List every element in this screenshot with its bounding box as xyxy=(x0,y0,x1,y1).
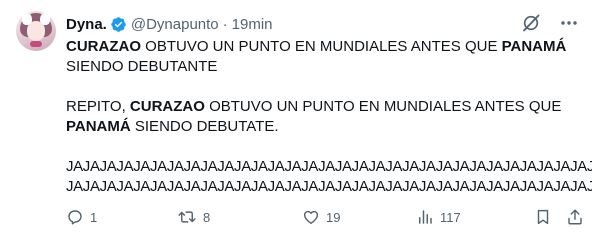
avatar[interactable] xyxy=(16,11,56,51)
heart-icon xyxy=(302,208,320,226)
avatar-bow xyxy=(30,41,42,47)
like-count: 19 xyxy=(326,209,341,225)
action-bar: 1 8 19 117 xyxy=(66,204,586,230)
text-span: OBTUVO UN PUNTO EN MUNDIALES ANTES QUE xyxy=(204,98,562,115)
verified-badge-icon xyxy=(110,16,127,33)
bold-text: CURAZAO xyxy=(129,98,205,115)
grok-icon[interactable] xyxy=(520,12,542,34)
separator-dot: · xyxy=(222,15,228,33)
views-count: 117 xyxy=(440,209,461,225)
reply-icon xyxy=(66,208,84,226)
text-span: SIENDO DEBUTATE. xyxy=(130,118,279,135)
bold-text: PANAMÁ xyxy=(66,118,131,135)
retweet-button[interactable]: 8 xyxy=(177,204,210,230)
retweet-icon xyxy=(177,208,197,226)
text-span: REPITO, xyxy=(66,98,130,115)
tweet[interactable]: Dyna. @Dynapunto · 19min CURAZAO OBTUVO … xyxy=(0,0,592,243)
bold-text: PANAMÁ xyxy=(501,38,567,55)
like-button[interactable]: 19 xyxy=(302,204,340,230)
tweet-laugh-line-2: JAJAJAJAJAJAJAJAJAJAJAJAJAJAJAJAJAJAJAJA… xyxy=(66,178,592,195)
text-span: OBTUVO UN PUNTO EN MUNDIALES ANTES QUE xyxy=(141,38,502,55)
author-handle[interactable]: @Dynapunto xyxy=(131,16,219,33)
bookmark-button[interactable] xyxy=(534,204,552,230)
tweet-laugh-line-1: JAJAJAJAJAJAJAJAJAJAJAJAJAJAJAJAJAJAJAJA… xyxy=(66,158,592,175)
views-icon xyxy=(416,208,434,226)
tweet-header: Dyna. @Dynapunto · 19min xyxy=(66,14,273,34)
author-name[interactable]: Dyna. xyxy=(66,16,107,33)
tweet-timestamp[interactable]: 19min xyxy=(232,16,273,33)
tweet-paragraph-2: REPITO, CURAZAO OBTUVO UN PUNTO EN MUNDI… xyxy=(66,97,586,137)
reply-button[interactable]: 1 xyxy=(66,204,97,230)
tweet-paragraph-1: CURAZAO OBTUVO UN PUNTO EN MUNDIALES ANT… xyxy=(66,37,586,77)
views-button[interactable]: 117 xyxy=(416,204,461,230)
share-icon xyxy=(566,208,584,226)
share-button[interactable] xyxy=(566,204,584,230)
top-right-actions xyxy=(520,12,580,34)
tweet-text: CURAZAO OBTUVO UN PUNTO EN MUNDIALES ANT… xyxy=(66,37,592,197)
bold-text: CURAZAO xyxy=(66,38,141,55)
retweet-count: 8 xyxy=(203,209,211,225)
more-icon[interactable] xyxy=(558,12,580,34)
bookmark-icon xyxy=(534,208,552,226)
text-span: SIENDO DEBUTANTE xyxy=(66,58,218,75)
avatar-face xyxy=(27,21,45,41)
reply-count: 1 xyxy=(90,209,98,225)
